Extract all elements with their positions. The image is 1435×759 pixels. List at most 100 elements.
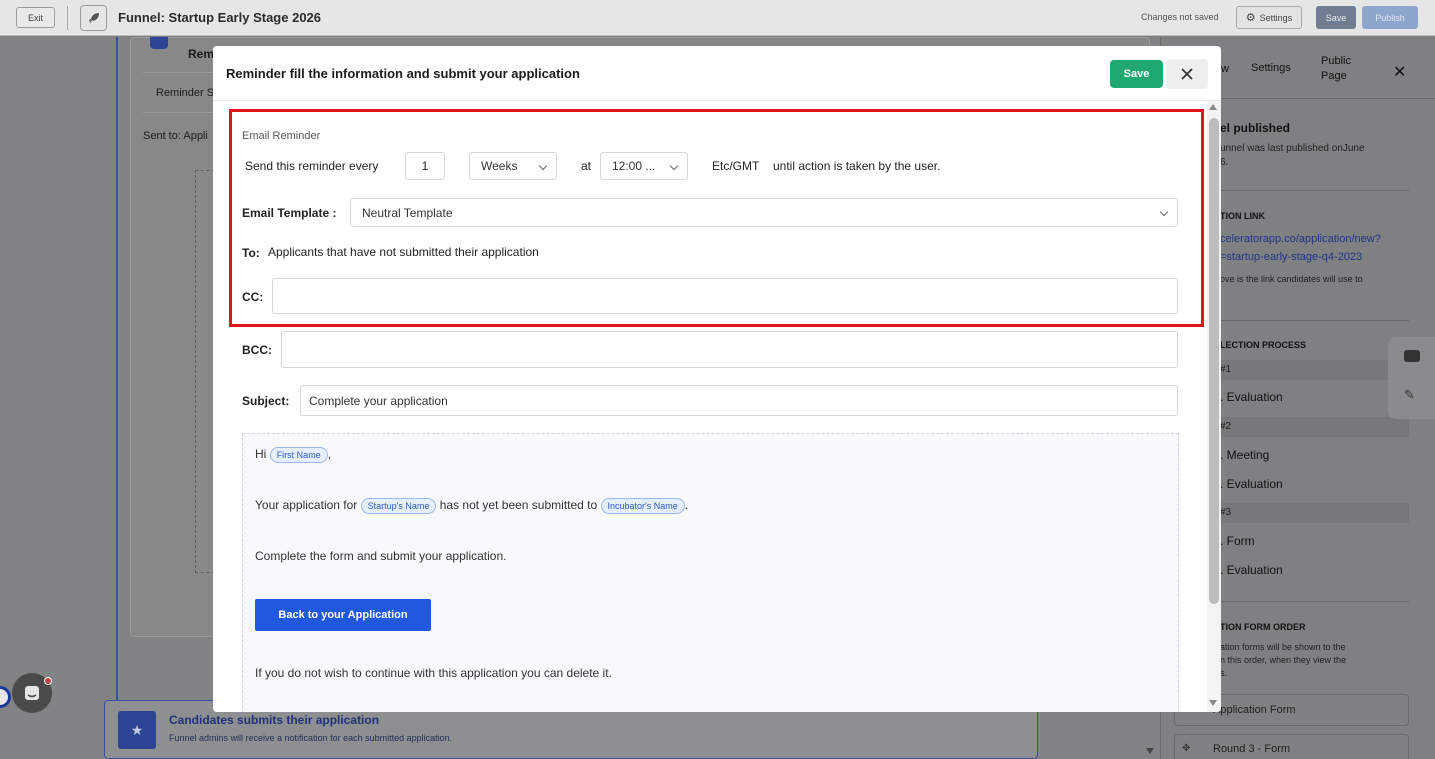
subject-input[interactable]: Complete your application xyxy=(300,385,1178,416)
section-label: Email Reminder xyxy=(242,130,321,142)
save-button[interactable]: Save xyxy=(1316,6,1356,29)
bcc-label: BCC: xyxy=(242,343,272,357)
form-order-item[interactable] xyxy=(1174,734,1409,759)
scrollbar-thumb[interactable] xyxy=(1209,118,1219,604)
incubator-name-tag[interactable]: Incubator's Name xyxy=(600,498,685,514)
round-item[interactable]: . Meeting xyxy=(1220,448,1269,462)
round-label: #2 xyxy=(1220,421,1232,432)
gear-icon: ⚙ xyxy=(1245,12,1256,24)
template-label: Email Template : xyxy=(242,206,337,220)
form-order-note: ation forms will be shown to the xyxy=(1220,642,1346,652)
timezone-label: Etc/GMT xyxy=(712,159,760,173)
settings-label: Settings xyxy=(1259,12,1293,23)
reminder-label: Reminder S xyxy=(156,87,215,99)
form-order-item-label: Round 3 - Form xyxy=(1213,743,1291,755)
email-line-status: Your application for Startup's Name has … xyxy=(255,498,689,514)
template-select[interactable]: Neutral Template xyxy=(350,198,1178,227)
template-value: Neutral Template xyxy=(362,205,453,220)
modal-save-button[interactable]: Save xyxy=(1110,60,1163,88)
at-label: at xyxy=(581,159,592,173)
publish-button[interactable]: Publish xyxy=(1362,6,1418,29)
chevron-down-icon xyxy=(1159,207,1169,217)
round-header xyxy=(1213,360,1409,380)
page-title: Funnel: Startup Early Stage 2026 xyxy=(118,10,322,25)
application-link-2[interactable]: =startup-early-stage-q4-2023 xyxy=(1220,251,1362,263)
form-order-item-label: Application Form xyxy=(1213,704,1296,716)
chevron-down-icon xyxy=(538,161,548,171)
time-value: 12:00 ... xyxy=(612,159,656,173)
flow-line xyxy=(116,37,118,702)
modal-title: Reminder fill the information and submit… xyxy=(226,66,580,81)
reminder-modal: Reminder fill the information and submit… xyxy=(213,46,1221,712)
tab-settings[interactable]: Settings xyxy=(1251,62,1291,74)
send-every-label: Send this reminder every xyxy=(245,159,379,173)
selection-process-heading: LECTION PROCESS xyxy=(1220,340,1307,350)
chat-icon xyxy=(25,686,39,700)
published-desc-2: 6. xyxy=(1220,157,1229,168)
card-title: Rem xyxy=(188,47,215,61)
divider xyxy=(67,6,68,30)
link-note: ove is the link candidates will use to xyxy=(1220,274,1363,284)
round-item[interactable]: . Form xyxy=(1220,534,1255,548)
candidates-step-subtitle: Funnel admins will receive a notificatio… xyxy=(169,733,453,743)
application-link[interactable]: celeratorapp.co/application/new? xyxy=(1220,233,1381,245)
email-line-greeting: Hi First Name, xyxy=(255,447,332,463)
published-desc: unnel was last published onJune xyxy=(1220,143,1365,154)
notification-dot xyxy=(44,677,52,685)
exit-button[interactable]: Exit xyxy=(16,7,55,28)
star-icon: ★ xyxy=(118,711,156,749)
greeting-text: Hi xyxy=(255,447,267,462)
time-select[interactable]: 12:00 ... xyxy=(600,152,688,180)
startup-name-tag[interactable]: Startup's Name xyxy=(360,498,437,514)
scroll-up-arrow[interactable] xyxy=(1209,104,1217,110)
divider xyxy=(1213,601,1409,602)
modal-close-button[interactable] xyxy=(1166,59,1208,89)
email-line-delete: If you do not wish to continue with this… xyxy=(255,666,612,680)
scroll-down-arrow[interactable] xyxy=(1209,700,1217,706)
close-icon[interactable]: ✕ xyxy=(1393,62,1406,82)
back-to-application-button[interactable]: Back to your Application xyxy=(255,599,431,631)
round-label: #1 xyxy=(1220,364,1232,375)
scroll-down-arrow[interactable] xyxy=(1146,748,1154,754)
round-item[interactable]: . Evaluation xyxy=(1220,390,1283,404)
published-title: el published xyxy=(1220,121,1291,135)
settings-button[interactable]: ⚙ Settings xyxy=(1236,6,1302,29)
divider xyxy=(1213,190,1409,191)
save-status: Changes not saved xyxy=(1141,12,1219,22)
form-order-note-3: s. xyxy=(1220,668,1228,678)
line2-mid: has not yet been submitted to xyxy=(439,498,598,513)
line2-pre: Your application for xyxy=(255,498,358,513)
to-value: Applicants that have not submitted their… xyxy=(268,245,539,259)
form-order-heading: TION FORM ORDER xyxy=(1220,622,1306,632)
interval-input[interactable]: 1 xyxy=(405,152,445,180)
sent-to-label: Sent to: Appli xyxy=(143,130,208,142)
bcc-input[interactable] xyxy=(281,331,1178,368)
candidates-step-title: Candidates submits their application xyxy=(169,713,380,727)
comment-icon[interactable] xyxy=(1404,350,1420,362)
drop-zone xyxy=(195,170,215,573)
rocket-icon xyxy=(80,5,107,31)
email-line-instruction: Complete the form and submit your applic… xyxy=(255,549,507,563)
round-label: #3 xyxy=(1220,507,1232,518)
interval-unit-select[interactable]: Weeks xyxy=(469,152,557,180)
chevron-down-icon xyxy=(669,161,679,171)
cc-input[interactable] xyxy=(272,278,1178,314)
application-link-heading: TION LINK xyxy=(1220,211,1265,221)
round-header xyxy=(1213,417,1409,437)
tab-public-page[interactable]: Public Page xyxy=(1321,54,1361,84)
edit-icon[interactable]: ✎ xyxy=(1404,387,1415,403)
drag-handle-icon[interactable]: ✥ xyxy=(1182,743,1190,754)
round-item[interactable]: . Evaluation xyxy=(1220,477,1283,491)
first-name-tag[interactable]: First Name xyxy=(269,447,328,463)
subject-label: Subject: xyxy=(242,394,290,408)
interval-unit-value: Weeks xyxy=(481,159,518,173)
divider xyxy=(1213,320,1409,321)
round-header xyxy=(1213,503,1409,523)
cc-label: CC: xyxy=(242,290,264,304)
until-label: until action is taken by the user. xyxy=(773,159,941,173)
card-icon xyxy=(150,37,168,49)
round-item[interactable]: . Evaluation xyxy=(1220,563,1283,577)
close-icon xyxy=(1181,68,1193,80)
tab-preview[interactable]: w xyxy=(1221,63,1229,75)
to-label: To: xyxy=(242,246,260,260)
